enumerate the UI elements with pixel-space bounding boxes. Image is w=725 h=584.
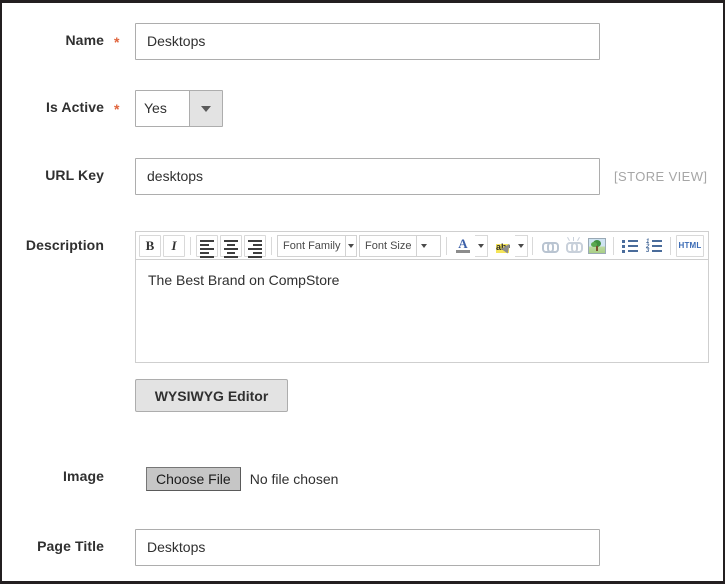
- field-label-is-active: Is Active: [46, 99, 104, 115]
- required-marker-name: *: [114, 34, 120, 50]
- toolbar-separator: [670, 236, 671, 255]
- image-file-input[interactable]: Choose File No file chosen: [146, 467, 338, 491]
- numbered-list-icon[interactable]: 1 2 3: [643, 234, 665, 257]
- toolbar-separator: [446, 236, 447, 255]
- is-active-select[interactable]: Yes: [135, 90, 223, 127]
- name-input[interactable]: Desktops: [135, 23, 600, 60]
- font-family-select[interactable]: Font Family: [277, 234, 357, 257]
- triangle-down-glyph: [478, 243, 484, 248]
- description-editor: B I Font Family Font Size A ab 1 2 3 HTM…: [135, 231, 709, 363]
- broken-chain-glyph: [565, 237, 583, 253]
- chevron-down-icon[interactable]: [416, 235, 432, 256]
- form-panel: Name * Desktops Is Active * Yes URL Key …: [0, 0, 725, 584]
- chain-glyph: [541, 241, 559, 253]
- page-title-input[interactable]: Desktops: [135, 529, 600, 566]
- align-right-glyph: [248, 239, 262, 258]
- text-color-glyph: A: [458, 236, 468, 251]
- toolbar-separator: [190, 236, 191, 255]
- is-active-selected-value: Yes: [144, 100, 167, 116]
- toolbar-separator: [532, 236, 533, 255]
- font-family-value: Font Family: [283, 239, 341, 252]
- toolbar-separator: [613, 236, 614, 255]
- text-color-dropdown-icon[interactable]: [475, 234, 488, 257]
- field-label-image: Image: [63, 468, 104, 484]
- align-right-icon[interactable]: [244, 234, 266, 258]
- field-label-url-key: URL Key: [45, 167, 104, 183]
- numbered-list-glyph: 1 2 3: [646, 239, 662, 254]
- editor-toolbar: B I Font Family Font Size A ab 1 2 3 HTM…: [136, 232, 708, 260]
- triangle-down-glyph: [421, 243, 428, 248]
- font-size-value: Font Size: [365, 239, 412, 252]
- scope-label-store-view: [STORE VIEW]: [614, 169, 708, 184]
- triangle-down-glyph: [348, 243, 355, 248]
- category-edit-form: Name * Desktops Is Active * Yes URL Key …: [2, 3, 723, 581]
- field-label-description: Description: [25, 237, 104, 253]
- align-left-glyph: [200, 239, 214, 258]
- tree-picture-glyph: [588, 237, 606, 254]
- field-label-name: Name: [65, 32, 104, 48]
- description-editor-content[interactable]: The Best Brand on CompStore: [136, 260, 708, 362]
- insert-link-icon[interactable]: [538, 234, 560, 257]
- unlink-icon[interactable]: [562, 234, 584, 257]
- insert-image-icon[interactable]: [586, 234, 608, 257]
- triangle-down-glyph: [518, 243, 524, 248]
- file-status-text: No file chosen: [249, 471, 339, 487]
- bullet-list-icon[interactable]: [619, 234, 641, 257]
- highlight-color-icon[interactable]: ab: [492, 234, 514, 257]
- align-center-glyph: [224, 239, 238, 258]
- wysiwyg-editor-button[interactable]: WYSIWYG Editor: [135, 379, 288, 412]
- field-label-page-title: Page Title: [37, 538, 104, 554]
- bullet-list-glyph: [622, 239, 638, 253]
- html-source-icon[interactable]: HTML: [676, 234, 704, 257]
- url-key-input[interactable]: desktops: [135, 158, 600, 195]
- italic-icon[interactable]: I: [163, 234, 185, 257]
- burst-glyph: [566, 237, 580, 241]
- align-center-icon[interactable]: [220, 234, 242, 258]
- font-size-select[interactable]: Font Size: [359, 234, 441, 257]
- required-marker-is-active: *: [114, 101, 120, 117]
- text-color-icon[interactable]: A: [452, 234, 474, 257]
- highlight-color-dropdown-icon[interactable]: [515, 234, 528, 257]
- toolbar-separator: [271, 236, 272, 255]
- chevron-down-icon[interactable]: [345, 235, 356, 256]
- bold-icon[interactable]: B: [139, 234, 161, 257]
- triangle-down-glyph: [201, 105, 211, 112]
- choose-file-button[interactable]: Choose File: [146, 467, 241, 491]
- chevron-down-icon[interactable]: [189, 91, 222, 126]
- align-left-icon[interactable]: [196, 234, 218, 258]
